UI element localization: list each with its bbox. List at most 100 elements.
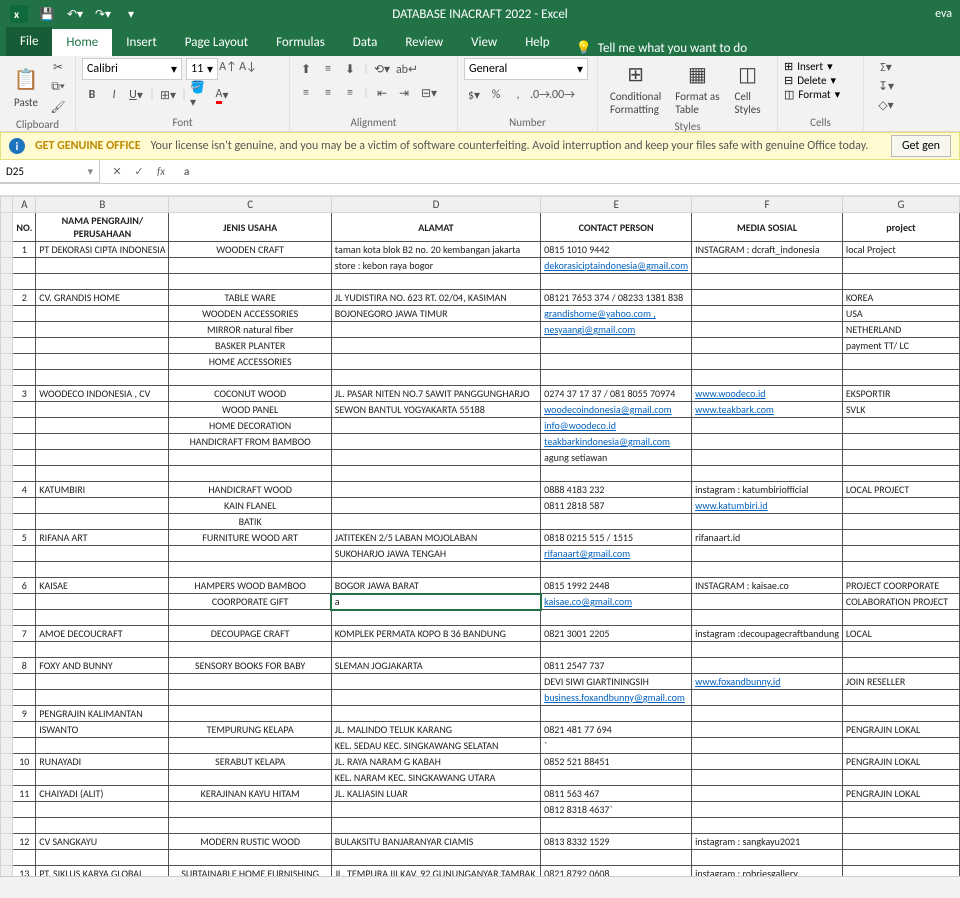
- table-row[interactable]: [1, 818, 960, 834]
- tab-insert[interactable]: Insert: [112, 29, 171, 56]
- merge-center-icon[interactable]: ⊟▾: [416, 84, 442, 102]
- table-row[interactable]: COORPORATE GIFTakaisae.co@gmail.comCOLAB…: [1, 594, 960, 610]
- table-row[interactable]: 13PT. SIKLUS KARYA GLOBALSUBTAINABLE HOM…: [1, 866, 960, 877]
- fx-icon[interactable]: fx: [152, 165, 170, 178]
- align-left-icon[interactable]: ≡: [296, 84, 316, 102]
- align-top-icon[interactable]: ⬆: [296, 60, 316, 78]
- table-row[interactable]: HOME ACCESSORIES: [1, 354, 960, 370]
- table-row[interactable]: SUKOHARJO JAWA TENGAHrifanaart@gmail.com: [1, 546, 960, 562]
- conditional-formatting-button[interactable]: ⊞Conditional Formatting: [604, 58, 667, 118]
- align-right-icon[interactable]: ≡: [340, 84, 360, 102]
- table-row[interactable]: KEL. NARAM KEC. SINGKAWANG UTARA: [1, 770, 960, 786]
- sheet-tab-bar[interactable]: [0, 876, 960, 898]
- autosum-icon[interactable]: Σ▾: [876, 58, 896, 76]
- table-row[interactable]: KEL. SEDAU KEC. SINGKAWANG SELATAN`: [1, 738, 960, 754]
- table-row[interactable]: 6KAISAEHAMPERS WOOD BAMBOOBOGOR JAWA BAR…: [1, 578, 960, 594]
- table-row[interactable]: 8FOXY AND BUNNYSENSORY BOOKS FOR BABYSLE…: [1, 658, 960, 674]
- table-row[interactable]: BASKER PLANTERpayment TT/ LC: [1, 338, 960, 354]
- table-row[interactable]: MIRROR natural fibernesyaangi@gmail.comN…: [1, 322, 960, 338]
- bold-icon[interactable]: B: [82, 86, 102, 104]
- table-row[interactable]: WOOD PANELSEWON BANTUL YOGYAKARTA 55188w…: [1, 402, 960, 418]
- wrap-text-icon[interactable]: ab↵: [394, 60, 420, 78]
- format-as-table-button[interactable]: ▦Format as Table: [669, 58, 725, 118]
- table-row[interactable]: store : kebon raya bogordekorasiciptaind…: [1, 258, 960, 274]
- table-row[interactable]: [1, 850, 960, 866]
- get-genuine-button[interactable]: Get gen: [891, 135, 951, 157]
- currency-icon[interactable]: $▾: [464, 86, 484, 104]
- fill-color-icon[interactable]: 🪣▾: [190, 86, 210, 104]
- italic-icon[interactable]: I: [104, 86, 124, 104]
- table-row[interactable]: 3WOODECO INDONESIA , CVCOCONUT WOODJL. P…: [1, 386, 960, 402]
- tab-file[interactable]: File: [6, 27, 52, 56]
- insert-cells-button[interactable]: ⊞Insert▾: [784, 60, 833, 73]
- table-row[interactable]: [1, 466, 960, 482]
- number-format-select[interactable]: General▾: [464, 58, 588, 80]
- clear-icon[interactable]: ◇▾: [876, 96, 896, 114]
- copy-icon[interactable]: ⧉▾: [48, 78, 68, 96]
- align-middle-icon[interactable]: ≡: [318, 60, 338, 78]
- comma-icon[interactable]: ,: [508, 86, 528, 104]
- table-row[interactable]: [1, 274, 960, 290]
- align-bottom-icon[interactable]: ⬇: [340, 60, 360, 78]
- font-size-select[interactable]: 11▾: [186, 58, 218, 80]
- underline-icon[interactable]: U▾: [126, 86, 146, 104]
- table-row[interactable]: [1, 610, 960, 626]
- format-cells-button[interactable]: ◫Format▾: [784, 88, 840, 101]
- table-row[interactable]: 4KATUMBIRIHANDICRAFT WOOD0888 4183 232in…: [1, 482, 960, 498]
- table-row[interactable]: 11CHAIYADI (ALIT)KERAJINAN KAYU HITAMJL.…: [1, 786, 960, 802]
- font-name-select[interactable]: Calibri▾: [82, 58, 182, 80]
- borders-icon[interactable]: ⊞▾: [158, 86, 178, 104]
- tab-review[interactable]: Review: [391, 29, 457, 56]
- orientation-icon[interactable]: ⟲▾: [372, 60, 392, 78]
- cancel-icon[interactable]: ✕: [108, 165, 126, 178]
- table-row[interactable]: [1, 642, 960, 658]
- table-row[interactable]: WOODEN ACCESSORIESBOJONEGORO JAWA TIMURg…: [1, 306, 960, 322]
- table-row[interactable]: [1, 562, 960, 578]
- undo-icon[interactable]: ↶▾: [62, 2, 88, 26]
- column-headers[interactable]: ABCDEFG: [1, 197, 960, 213]
- table-row[interactable]: 2CV. GRANDIS HOMETABLE WAREJL YUDISTIRA …: [1, 290, 960, 306]
- redo-icon[interactable]: ↷▾: [90, 2, 116, 26]
- save-icon[interactable]: 💾: [34, 2, 60, 26]
- table-row[interactable]: agung setiawan: [1, 450, 960, 466]
- table-row[interactable]: [1, 370, 960, 386]
- table-row[interactable]: 7AMOE DECOUCRAFTDECOUPAGE CRAFTKOMPLEK P…: [1, 626, 960, 642]
- table-row[interactable]: HANDICRAFT FROM BAMBOOteakbarkindonesia@…: [1, 434, 960, 450]
- format-painter-icon[interactable]: 🖌: [48, 98, 68, 116]
- decrease-font-icon[interactable]: A↓: [238, 58, 258, 76]
- tab-home[interactable]: Home: [52, 29, 112, 56]
- tab-data[interactable]: Data: [339, 29, 392, 56]
- enter-icon[interactable]: ✓: [130, 165, 148, 178]
- tab-help[interactable]: Help: [511, 29, 563, 56]
- tab-page-layout[interactable]: Page Layout: [171, 29, 262, 56]
- table-row[interactable]: BATIK: [1, 514, 960, 530]
- table-row[interactable]: 5RIFANA ARTFURNITURE WOOD ARTJATITEKEN 2…: [1, 530, 960, 546]
- tab-view[interactable]: View: [457, 29, 511, 56]
- table-row[interactable]: KAIN FLANEL0811 2818 587www.katumbiri.id: [1, 498, 960, 514]
- increase-decimal-icon[interactable]: .0→: [530, 86, 550, 104]
- formula-bar[interactable]: a: [178, 165, 960, 178]
- decrease-indent-icon[interactable]: ⇤: [372, 84, 392, 102]
- cell-styles-button[interactable]: ◫Cell Styles: [728, 58, 768, 118]
- cut-icon[interactable]: ✂: [48, 58, 68, 76]
- font-color-icon[interactable]: A▾: [212, 86, 232, 104]
- fill-icon[interactable]: ↧▾: [876, 77, 896, 95]
- paste-button[interactable]: 📋 Paste: [6, 64, 46, 111]
- percent-icon[interactable]: %: [486, 86, 506, 104]
- table-row[interactable]: ISWANTOTEMPURUNG KELAPAJL. MALINDO TELUK…: [1, 722, 960, 738]
- tab-formulas[interactable]: Formulas: [262, 29, 339, 56]
- qat-customize-icon[interactable]: ▾: [118, 2, 144, 26]
- table-row[interactable]: 1PT DEKORASI CIPTA INDONESIAWOODEN CRAFT…: [1, 242, 960, 258]
- increase-font-icon[interactable]: A↑: [218, 58, 238, 76]
- worksheet-grid[interactable]: ABCDEFG NO.NAMA PENGRAJIN/ PERUSAHAANJEN…: [0, 196, 960, 876]
- table-row[interactable]: DEVI SIWI GIARTININGSIHwww.foxandbunny.i…: [1, 674, 960, 690]
- table-row[interactable]: HOME DECORATIONinfo@woodeco.id: [1, 418, 960, 434]
- name-box[interactable]: D25▾: [0, 160, 100, 183]
- table-row[interactable]: business.foxandbunny@gmail.com: [1, 690, 960, 706]
- align-center-icon[interactable]: ≡: [318, 84, 338, 102]
- tell-me[interactable]: 💡 Tell me what you want to do: [564, 41, 760, 56]
- table-row[interactable]: 12CV SANGKAYUMODERN RUSTIC WOODBULAKSITU…: [1, 834, 960, 850]
- increase-indent-icon[interactable]: ⇥: [394, 84, 414, 102]
- table-row[interactable]: 9PENGRAJIN KALIMANTAN: [1, 706, 960, 722]
- decrease-decimal-icon[interactable]: .00→: [552, 86, 572, 104]
